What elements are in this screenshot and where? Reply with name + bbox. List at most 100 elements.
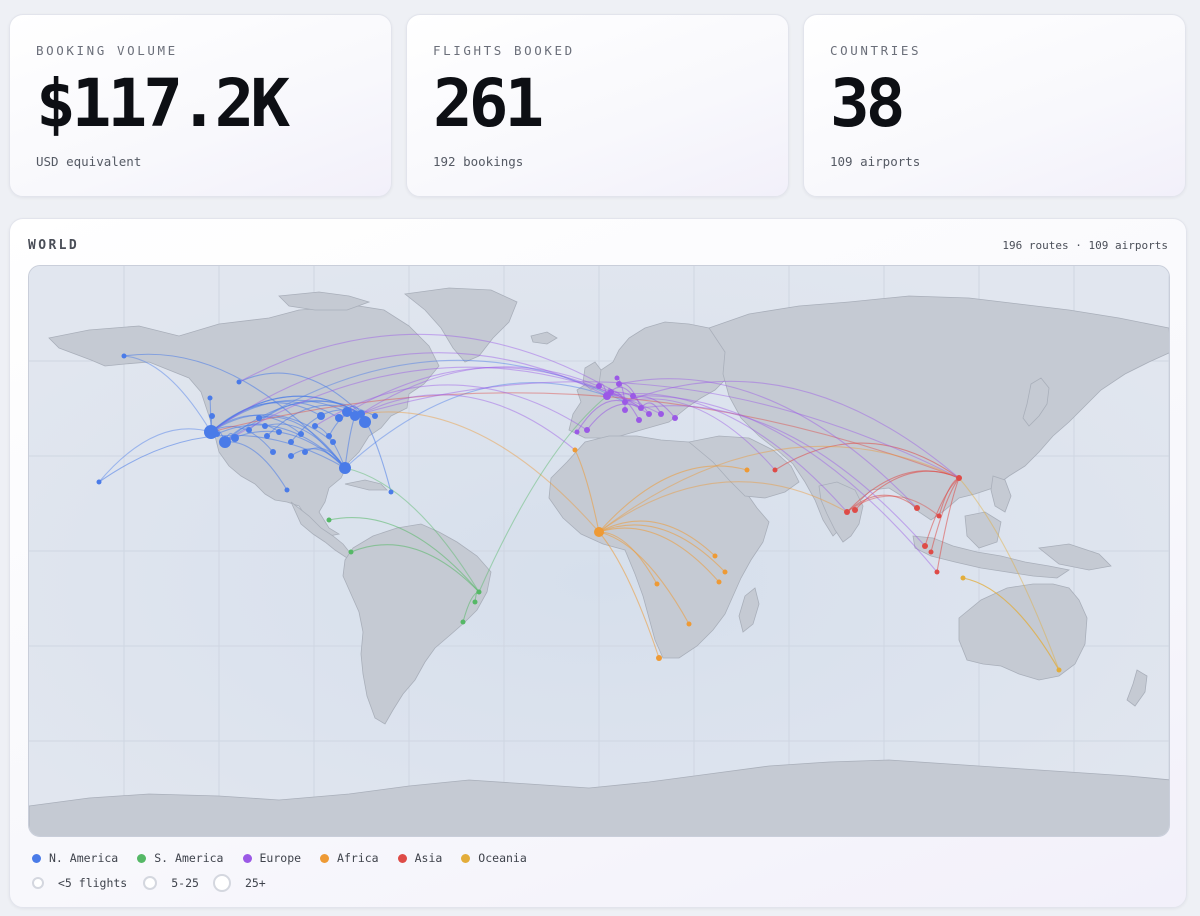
airport-marker[interactable] <box>335 414 343 422</box>
airport-marker[interactable] <box>603 392 611 400</box>
airport-marker[interactable] <box>686 621 692 627</box>
airport-marker[interactable] <box>209 413 215 419</box>
airport-marker[interactable] <box>312 423 318 429</box>
size-ring-small <box>32 877 44 889</box>
airport-marker[interactable] <box>1056 667 1062 673</box>
legend-label: Africa <box>337 851 379 865</box>
airport-marker[interactable] <box>372 413 378 419</box>
airport-marker[interactable] <box>936 513 942 519</box>
airport-marker[interactable] <box>672 415 678 421</box>
airport-marker[interactable] <box>622 399 628 405</box>
airport-marker[interactable] <box>844 509 850 515</box>
stat-card-booking-volume: BOOKING VOLUME $117.2K USD equivalent <box>9 14 392 197</box>
map-canvas[interactable] <box>29 266 1170 837</box>
airport-marker[interactable] <box>572 447 578 453</box>
size-label-large: 25+ <box>244 876 266 890</box>
legend-item-africa[interactable]: Africa <box>320 851 379 865</box>
airport-marker[interactable] <box>236 379 242 385</box>
airport-marker[interactable] <box>121 353 127 359</box>
airport-marker[interactable] <box>348 549 354 555</box>
legend-item-oceania[interactable]: Oceania <box>461 851 527 865</box>
legend-label: N. America <box>49 851 119 865</box>
airport-marker[interactable] <box>596 383 602 389</box>
legend-item-s-america[interactable]: S. America <box>137 851 224 865</box>
world-map[interactable] <box>28 265 1170 837</box>
airport-marker[interactable] <box>934 569 940 575</box>
legend-item-n-america[interactable]: N. America <box>32 851 118 865</box>
airport-marker[interactable] <box>622 407 628 413</box>
airport-marker[interactable] <box>388 489 394 495</box>
airport-marker[interactable] <box>284 487 290 493</box>
legend-label: Oceania <box>478 851 527 865</box>
airport-marker[interactable] <box>712 553 718 559</box>
stat-card-flights-booked: FLIGHTS BOOKED 261 192 bookings <box>406 14 789 197</box>
size-ring-medium <box>143 876 158 890</box>
airport-marker[interactable] <box>298 431 304 437</box>
airport-marker[interactable] <box>302 449 308 455</box>
airport-marker[interactable] <box>630 393 636 399</box>
airport-marker[interactable] <box>246 427 252 433</box>
size-ring-large <box>212 874 231 892</box>
airport-marker[interactable] <box>262 423 268 429</box>
airport-marker[interactable] <box>654 581 660 587</box>
airport-marker[interactable] <box>638 405 644 411</box>
airport-marker[interactable] <box>256 415 262 421</box>
airport-marker[interactable] <box>914 505 920 511</box>
airport-marker[interactable] <box>326 517 332 523</box>
stat-label: COUNTRIES <box>830 43 922 58</box>
legend-item-asia[interactable]: Asia <box>397 851 442 865</box>
airport-marker[interactable] <box>326 433 332 439</box>
airport-marker[interactable] <box>288 453 294 459</box>
legend-label: S. America <box>154 851 224 865</box>
airport-marker[interactable] <box>584 427 590 433</box>
airport-marker[interactable] <box>716 579 722 585</box>
world-map-card: WORLD 196 routes · 109 airports N. Ameri… <box>9 218 1187 908</box>
airport-marker[interactable] <box>594 527 604 537</box>
stat-card-countries: COUNTRIES 38 109 airports <box>803 14 1186 197</box>
airport-marker[interactable] <box>472 599 478 605</box>
airport-marker[interactable] <box>722 569 728 575</box>
stat-value: $117.2K <box>36 65 290 142</box>
airport-marker[interactable] <box>956 475 962 481</box>
airport-marker[interactable] <box>276 429 282 435</box>
legend-item-europe[interactable]: Europe <box>242 851 302 865</box>
airport-marker[interactable] <box>204 425 218 439</box>
airport-marker[interactable] <box>460 619 466 625</box>
region-legend: N. America S. America Europe Africa Asia… <box>32 851 546 865</box>
airport-marker[interactable] <box>772 467 778 473</box>
airport-marker[interactable] <box>330 439 336 445</box>
airport-marker[interactable] <box>264 433 270 439</box>
stat-subtitle: 109 airports <box>830 154 921 169</box>
airport-marker[interactable] <box>231 434 239 442</box>
airport-marker[interactable] <box>658 411 664 417</box>
stat-value: 261 <box>433 65 544 142</box>
stat-subtitle: USD equivalent <box>36 154 142 169</box>
airport-marker[interactable] <box>646 411 652 417</box>
airport-marker[interactable] <box>219 436 231 448</box>
airport-marker[interactable] <box>636 417 642 423</box>
airport-marker[interactable] <box>476 589 482 595</box>
airport-marker[interactable] <box>288 439 294 445</box>
size-label-medium: 5-25 <box>171 876 199 890</box>
airport-marker[interactable] <box>928 549 934 555</box>
airport-marker[interactable] <box>270 449 276 455</box>
airport-marker[interactable] <box>616 381 622 387</box>
airport-marker[interactable] <box>96 479 102 485</box>
airport-marker[interactable] <box>317 412 325 420</box>
airport-marker[interactable] <box>744 467 750 473</box>
size-label-small: <5 flights <box>58 876 128 890</box>
airport-marker[interactable] <box>656 655 662 661</box>
legend-label: Europe <box>259 851 302 865</box>
airport-marker[interactable] <box>922 543 928 549</box>
airport-marker[interactable] <box>852 507 858 513</box>
airport-marker[interactable] <box>339 462 351 474</box>
airport-marker[interactable] <box>574 429 580 435</box>
airport-marker[interactable] <box>207 395 213 401</box>
airport-marker[interactable] <box>359 416 371 428</box>
world-route-count: 196 routes · 109 airports <box>1002 239 1168 252</box>
airport-marker[interactable] <box>960 575 966 581</box>
legend-dot <box>320 853 330 863</box>
stat-subtitle: 192 bookings <box>433 154 524 169</box>
airport-marker[interactable] <box>614 375 620 381</box>
legend-dot <box>397 853 407 863</box>
